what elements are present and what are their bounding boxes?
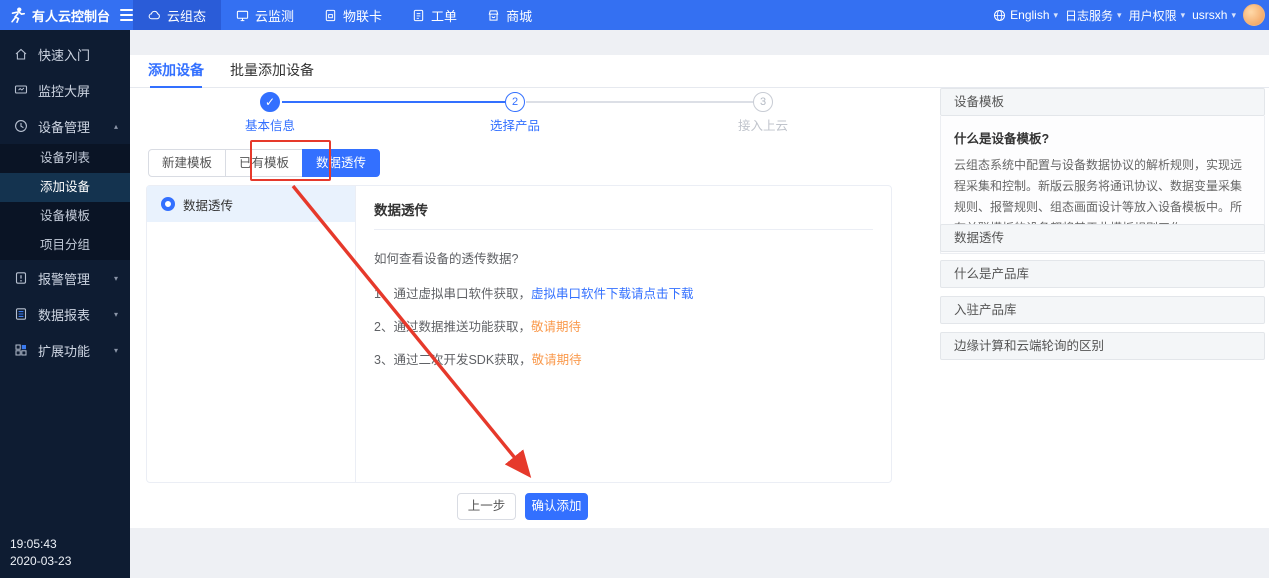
chevron-down-icon: ▾ xyxy=(114,274,118,283)
help-header-device-template[interactable]: 设备模板 xyxy=(940,88,1265,116)
big-screen-icon xyxy=(14,83,28,97)
current-time: 19:05:43 xyxy=(10,536,71,553)
help-header-edge-vs-cloud-polling[interactable]: 边缘计算和云端轮询的区别 xyxy=(940,332,1265,360)
new-template-button[interactable]: 新建模板 xyxy=(148,149,226,177)
sidebar-item-monitor-screen[interactable]: 监控大屏 xyxy=(0,72,130,108)
option-list: 数据透传 xyxy=(147,186,356,482)
chevron-down-icon: ▾ xyxy=(114,346,118,355)
nav-menu: 云组态 云监测 物联卡 工单 商城 xyxy=(133,0,547,30)
step2-label: 选择产品 xyxy=(470,115,560,134)
top-navbar: 有人云控制台 云组态 云监测 物联卡 工单 商城 xyxy=(0,0,1269,30)
chevron-down-icon: ▾ xyxy=(114,310,118,319)
cloud-icon xyxy=(148,9,161,22)
step2-circle: 2 xyxy=(505,92,525,112)
detail-item-1: 1、通过虚拟串口软件获取，虚拟串口软件下载请点击下载 xyxy=(374,283,871,302)
detail-pane: 数据透传 如何查看设备的透传数据? 1、通过虚拟串口软件获取，虚拟串口软件下载请… xyxy=(356,186,891,482)
sim-card-icon xyxy=(324,9,337,22)
left-sidebar: 快速入门 监控大屏 设备管理 ▴ 设备列表 添加设备 设备模板 项目分组 报警管… xyxy=(0,30,130,578)
detail-item-2: 2、通过数据推送功能获取，敬请期待 xyxy=(374,316,871,335)
passthrough-panel: 数据透传 数据透传 如何查看设备的透传数据? 1、通过虚拟串口软件获取，虚拟串口… xyxy=(146,185,892,483)
sidebar-item-data-report[interactable]: 数据报表 ▾ xyxy=(0,296,130,332)
store-icon xyxy=(487,9,500,22)
brand-area: 有人云控制台 xyxy=(0,0,133,30)
help-question: 什么是设备模板? xyxy=(954,128,1250,147)
sidebar-item-project-group[interactable]: 项目分组 xyxy=(0,231,130,260)
nav-item-iot-sim[interactable]: 物联卡 xyxy=(309,0,397,30)
globe-icon xyxy=(993,9,1006,22)
step3-label: 接入上云 xyxy=(718,115,808,134)
help-panel-edge-vs-cloud-polling: 边缘计算和云端轮询的区别 xyxy=(940,332,1265,360)
chevron-down-icon: ▾ xyxy=(1181,10,1186,21)
data-passthrough-button[interactable]: 数据透传 xyxy=(302,149,380,177)
monitor-icon xyxy=(236,9,249,22)
sidebar-item-add-device[interactable]: 添加设备 xyxy=(0,173,130,202)
chevron-down-icon: ▾ xyxy=(1117,10,1122,21)
device-clock-icon xyxy=(14,119,28,133)
nav-item-cloud-scada[interactable]: 云组态 xyxy=(133,0,221,30)
sidebar-item-device-list[interactable]: 设备列表 xyxy=(0,144,130,173)
main-card: 添加设备 批量添加设备 ✓ 2 3 基本信息 选择产品 接入上云 新建模板 已有… xyxy=(130,55,1269,528)
previous-step-button[interactable]: 上一步 xyxy=(457,493,516,520)
sidebar-item-extensions[interactable]: 扩展功能 ▾ xyxy=(0,332,130,368)
radio-selected-icon[interactable] xyxy=(161,197,175,211)
device-management-submenu: 设备列表 添加设备 设备模板 项目分组 xyxy=(0,144,130,260)
user-permission-menu[interactable]: 用户权限 ▾ xyxy=(1129,7,1186,24)
step-connector-2 xyxy=(526,101,753,103)
account-menu[interactable]: usrsxh ▾ xyxy=(1192,8,1236,22)
nav-item-cloud-monitor[interactable]: 云监测 xyxy=(221,0,309,30)
usr-cloud-logo-icon xyxy=(8,6,26,24)
step1-done-check-icon: ✓ xyxy=(260,92,280,112)
help-header-what-is-product-library[interactable]: 什么是产品库 xyxy=(940,260,1265,288)
log-service-menu[interactable]: 日志服务 ▾ xyxy=(1065,7,1122,24)
help-panel-data-passthrough: 数据透传 xyxy=(940,224,1265,252)
step3-circle: 3 xyxy=(753,92,773,112)
app-root: 有人云控制台 云组态 云监测 物联卡 工单 商城 xyxy=(0,0,1269,578)
step-connector-1 xyxy=(282,101,505,103)
alarm-icon xyxy=(14,271,28,285)
language-switcher[interactable]: English ▾ xyxy=(993,8,1058,22)
coming-soon-label: 敬请期待 xyxy=(532,353,582,367)
detail-item-3: 3、通过二次开发SDK获取，敬请期待 xyxy=(374,349,871,368)
sidebar-item-quick-start[interactable]: 快速入门 xyxy=(0,36,130,72)
work-order-icon xyxy=(412,9,425,22)
clock-widget: 19:05:43 2020-03-23 xyxy=(10,536,71,570)
confirm-add-button[interactable]: 确认添加 xyxy=(525,493,588,520)
navbar-right: English ▾ 日志服务 ▾ 用户权限 ▾ usrsxh ▾ xyxy=(993,0,1269,30)
chevron-down-icon: ▾ xyxy=(1054,10,1059,21)
help-header-data-passthrough[interactable]: 数据透传 xyxy=(940,224,1265,252)
extensions-grid-icon xyxy=(14,343,28,357)
help-header-join-product-library[interactable]: 入驻产品库 xyxy=(940,296,1265,324)
template-mode-switch: 新建模板 已有模板 数据透传 xyxy=(148,149,380,177)
home-icon xyxy=(14,47,28,61)
tab-add-device[interactable]: 添加设备 xyxy=(148,55,204,88)
download-link[interactable]: 虚拟串口软件下载请点击下载 xyxy=(531,287,694,301)
list-item-data-passthrough[interactable]: 数据透传 xyxy=(147,186,355,222)
current-date: 2020-03-23 xyxy=(10,553,71,570)
avatar[interactable] xyxy=(1243,4,1265,26)
coming-soon-label: 敬请期待 xyxy=(531,320,581,334)
collapse-menu-icon[interactable] xyxy=(120,9,133,21)
nav-item-work-order[interactable]: 工单 xyxy=(397,0,472,30)
help-panel-what-is-product-library: 什么是产品库 xyxy=(940,260,1265,288)
app-title: 有人云控制台 xyxy=(32,6,110,25)
tab-batch-add-device[interactable]: 批量添加设备 xyxy=(230,55,314,88)
page-tabs: 添加设备 批量添加设备 xyxy=(130,55,1269,88)
help-panel-join-product-library: 入驻产品库 xyxy=(940,296,1265,324)
existing-template-button[interactable]: 已有模板 xyxy=(225,149,303,177)
sidebar-item-device-management[interactable]: 设备管理 ▴ xyxy=(0,108,130,144)
step1-label: 基本信息 xyxy=(225,115,315,134)
chevron-up-icon: ▴ xyxy=(114,122,118,131)
sidebar-item-alarm-management[interactable]: 报警管理 ▾ xyxy=(0,260,130,296)
nav-item-mall[interactable]: 商城 xyxy=(472,0,547,30)
detail-question: 如何查看设备的透传数据? xyxy=(374,248,871,267)
report-icon xyxy=(14,307,28,321)
chevron-down-icon: ▾ xyxy=(1231,10,1236,21)
sidebar-item-device-template[interactable]: 设备模板 xyxy=(0,202,130,231)
detail-title: 数据透传 xyxy=(356,186,891,229)
